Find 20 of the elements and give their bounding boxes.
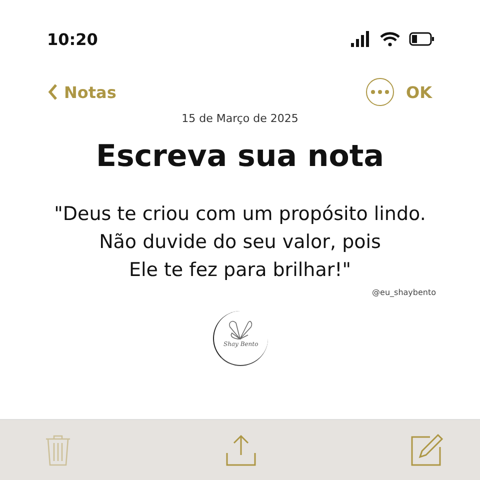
- note-date: 15 de Março de 2025: [180, 112, 300, 125]
- compose-button[interactable]: [410, 433, 444, 467]
- done-button[interactable]: OK: [406, 82, 432, 102]
- quote-line: "Deus te criou com um propósito lindo.: [54, 202, 426, 227]
- quote-line: Não duvide do seu valor, pois: [99, 230, 381, 255]
- share-icon: [224, 433, 258, 467]
- signal-icon: [351, 31, 371, 47]
- more-button[interactable]: [366, 78, 394, 106]
- trash-icon: [44, 433, 72, 467]
- more-icon: [371, 90, 389, 94]
- author-handle: @eu_shaybento: [372, 288, 436, 297]
- compose-icon: [410, 433, 444, 467]
- back-link[interactable]: Notas: [48, 82, 116, 102]
- quote-line: Ele te fez para brilhar!": [128, 258, 352, 283]
- note-title: Escreva sua nota: [95, 139, 385, 174]
- status-time: 10:20: [47, 30, 98, 48]
- wifi-icon: [379, 31, 401, 47]
- share-button[interactable]: [224, 433, 258, 467]
- battery-icon: [409, 32, 434, 46]
- chevron-left-icon: [48, 83, 58, 101]
